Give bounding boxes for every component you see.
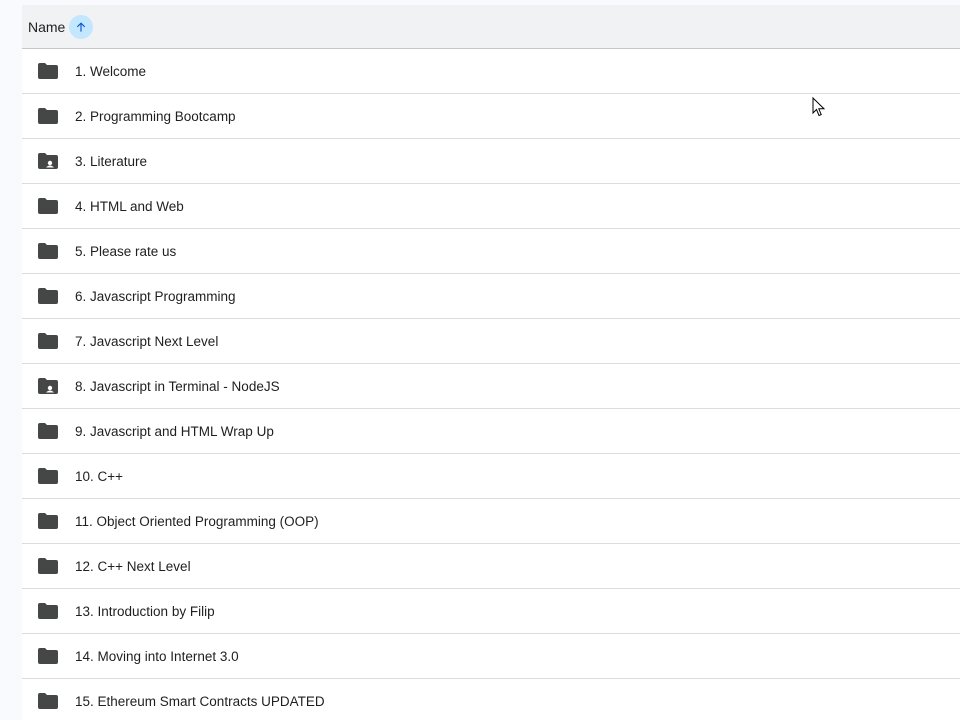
folder-icon bbox=[38, 468, 58, 484]
folder-icon bbox=[38, 648, 58, 664]
folder-icon bbox=[38, 333, 58, 349]
sort-ascending-button[interactable] bbox=[69, 14, 94, 39]
folder-row[interactable]: 11. Object Oriented Programming (OOP) bbox=[22, 499, 960, 544]
shared-folder-icon bbox=[38, 153, 58, 169]
folder-row[interactable]: 12. C++ Next Level bbox=[22, 544, 960, 589]
folder-row[interactable]: 9. Javascript and HTML Wrap Up bbox=[22, 409, 960, 454]
folder-row[interactable]: 5. Please rate us bbox=[22, 229, 960, 274]
folder-row[interactable]: 14. Moving into Internet 3.0 bbox=[22, 634, 960, 679]
folder-list: 1. Welcome 2. Programming Bootcamp 3. Lite… bbox=[22, 49, 960, 720]
folder-name: 3. Literature bbox=[75, 153, 148, 169]
folder-icon bbox=[38, 513, 58, 529]
folder-name: 11. Object Oriented Programming (OOP) bbox=[75, 513, 319, 529]
folder-icon bbox=[38, 198, 58, 214]
folder-name: 15. Ethereum Smart Contracts UPDATED bbox=[75, 693, 325, 709]
mouse-pointer-icon bbox=[812, 97, 826, 117]
arrow-up-icon bbox=[77, 21, 86, 32]
folder-icon bbox=[38, 63, 58, 79]
folder-row[interactable]: 6. Javascript Programming bbox=[22, 274, 960, 319]
folder-name: 10. C++ bbox=[75, 468, 124, 484]
folder-row[interactable]: 10. C++ bbox=[22, 454, 960, 499]
folder-icon bbox=[38, 693, 58, 709]
folder-row[interactable]: 3. Literature bbox=[22, 139, 960, 184]
folder-icon bbox=[38, 243, 58, 259]
folder-icon bbox=[38, 108, 58, 124]
shared-folder-icon bbox=[38, 378, 58, 394]
folder-name: 4. HTML and Web bbox=[75, 198, 184, 214]
folder-name: 9. Javascript and HTML Wrap Up bbox=[75, 423, 274, 439]
folder-row[interactable]: 4. HTML and Web bbox=[22, 184, 960, 229]
folder-row[interactable]: 7. Javascript Next Level bbox=[22, 319, 960, 364]
folder-name: 14. Moving into Internet 3.0 bbox=[75, 648, 239, 664]
column-header: Name bbox=[22, 5, 960, 49]
folder-name: 5. Please rate us bbox=[75, 243, 177, 259]
folder-icon bbox=[38, 288, 58, 304]
folder-row[interactable]: 13. Introduction by Filip bbox=[22, 589, 960, 634]
folder-icon bbox=[38, 603, 58, 619]
name-column-header[interactable]: Name bbox=[28, 19, 65, 35]
folder-row[interactable]: 15. Ethereum Smart Contracts UPDATED bbox=[22, 679, 960, 720]
folder-name: 1. Welcome bbox=[75, 63, 147, 79]
folder-name: 12. C++ Next Level bbox=[75, 558, 191, 574]
folder-name: 6. Javascript Programming bbox=[75, 288, 236, 304]
folder-icon bbox=[38, 423, 58, 439]
folder-row[interactable]: 8. Javascript in Terminal - NodeJS bbox=[22, 364, 960, 409]
folder-name: 13. Introduction by Filip bbox=[75, 603, 215, 619]
folder-name: 8. Javascript in Terminal - NodeJS bbox=[75, 378, 280, 394]
folder-row[interactable]: 1. Welcome bbox=[22, 49, 960, 94]
folder-name: 2. Programming Bootcamp bbox=[75, 108, 236, 124]
folder-name: 7. Javascript Next Level bbox=[75, 333, 219, 349]
folder-icon bbox=[38, 558, 58, 574]
